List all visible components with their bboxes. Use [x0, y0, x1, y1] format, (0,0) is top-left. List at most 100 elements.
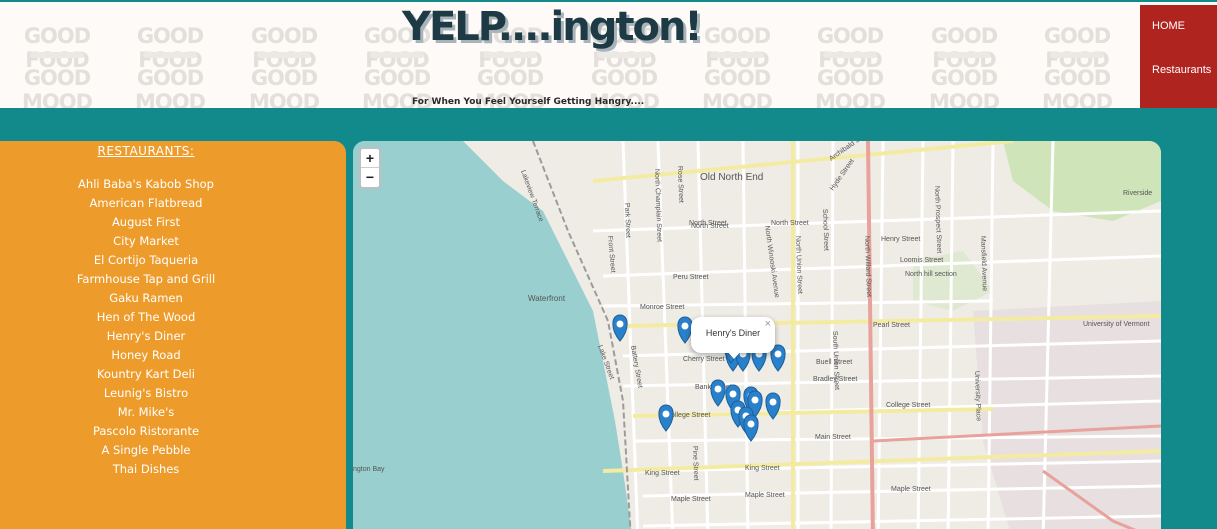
- restaurant-link[interactable]: Hen of The Wood: [0, 308, 292, 327]
- restaurant-sidebar: RESTAURANTS: Ahli Baba's Kabob Shop Ameri…: [0, 141, 346, 529]
- label-pine-street: Pine Street: [691, 446, 699, 481]
- restaurant-list: Ahli Baba's Kabob Shop American Flatbread…: [0, 175, 292, 479]
- pattern-text-good-mood: GOOD MOOD: [21, 66, 93, 108]
- map-marker-icon[interactable]: [677, 316, 693, 344]
- map-marker-icon[interactable]: [710, 379, 726, 407]
- label-college-street: College Street: [886, 402, 930, 409]
- label-peru-street: Peru Street: [673, 274, 708, 281]
- marker-popup: × Henry's Diner: [691, 317, 775, 359]
- restaurant-link[interactable]: Leunig's Bistro: [0, 384, 292, 403]
- label-north-prospect-street: North Prospect Street: [933, 186, 942, 254]
- fork-knife-icon: [597, 52, 651, 58]
- restaurant-link[interactable]: A Single Pebble: [0, 441, 292, 460]
- map-marker-icon[interactable]: [658, 404, 674, 432]
- pattern-text-good-food: GOOD FOOD: [23, 24, 91, 72]
- restaurant-link[interactable]: Ahli Baba's Kabob Shop: [0, 175, 292, 194]
- header-pattern-tile: GOOD FOOD GOOD MOOD: [227, 2, 341, 108]
- restaurant-link[interactable]: Thai Dishes: [0, 460, 292, 479]
- restaurant-link[interactable]: Pascolo Ristorante: [0, 422, 292, 441]
- header-pattern-tile: GOOD FOOD GOOD MOOD: [0, 2, 114, 108]
- label-loomis-street: Loomis Street: [900, 257, 943, 264]
- label-rose-street: Rose Street: [676, 166, 684, 203]
- fork-knife-icon: [30, 52, 84, 58]
- pattern-text-good-mood: GOOD MOOD: [1041, 66, 1113, 108]
- map-marker-icon[interactable]: [612, 314, 628, 342]
- label-school-street: School Street: [821, 209, 829, 251]
- sidebar-title: RESTAURANTS:: [97, 144, 195, 158]
- pattern-text-good-mood: GOOD MOOD: [701, 66, 773, 108]
- label-university-place: University Place: [973, 371, 982, 422]
- pattern-text-good-mood: GOOD MOOD: [134, 66, 206, 108]
- restaurant-link[interactable]: August First: [0, 213, 292, 232]
- map-marker-dot: [714, 385, 722, 393]
- site-header: GOOD FOOD GOOD MOOD GOOD FOOD GOOD MOOD GOOD…: [0, 0, 1217, 108]
- label-henry-street: Henry Street: [881, 236, 920, 243]
- restaurant-link[interactable]: Honey Road: [0, 346, 292, 365]
- highway: [866, 141, 875, 529]
- pattern-text-good-food: GOOD FOOD: [250, 24, 318, 72]
- label-maple-street: Maple Street: [891, 486, 931, 493]
- map-marker-dot: [751, 396, 759, 404]
- label-main-street: Main Street: [815, 434, 851, 441]
- label-north-winooski-avenue: North Winooski Avenue: [763, 225, 780, 298]
- site-title: YELP....ington!: [402, 4, 703, 50]
- map-marker-dot: [774, 350, 782, 358]
- fork-knife-icon: [823, 52, 877, 58]
- map-view[interactable]: Old North End Waterfront North hill sect…: [353, 141, 1161, 529]
- nav-restaurants-link[interactable]: Restaurants: [1152, 64, 1211, 76]
- nav-bar: HOME Restaurants: [1140, 5, 1217, 108]
- map-marker-dot: [616, 320, 624, 328]
- label-old-north-end: Old North End: [700, 172, 763, 183]
- fork-knife-icon: [1050, 52, 1104, 58]
- label-riverside: Riverside: [1123, 190, 1152, 197]
- fork-knife-icon: [143, 52, 197, 58]
- popup-text: Henry's Diner: [705, 328, 761, 338]
- restaurant-link[interactable]: Farmhouse Tap and Grill: [0, 270, 292, 289]
- park-area: [1003, 141, 1161, 221]
- map-marker-dot: [662, 410, 670, 418]
- label-bay: ngton Bay: [353, 466, 385, 473]
- label-north-champlain-street: North Champlain Street: [653, 169, 663, 242]
- label-north-street: North Street: [771, 220, 809, 227]
- pattern-text-good-food: GOOD FOOD: [136, 24, 204, 72]
- restaurant-link[interactable]: Gaku Ramen: [0, 289, 292, 308]
- header-pattern-tile: GOOD FOOD GOOD MOOD: [113, 2, 227, 108]
- header-pattern-tile: GOOD FOOD GOOD MOOD: [1020, 2, 1134, 108]
- pattern-text-good-mood: GOOD MOOD: [814, 66, 886, 108]
- lake-water: [353, 141, 632, 529]
- restaurant-link[interactable]: Kountry Kart Deli: [0, 365, 292, 384]
- pattern-text-good-food: GOOD FOOD: [1043, 24, 1111, 72]
- restaurant-link[interactable]: El Cortijo Taqueria: [0, 251, 292, 270]
- campus-area: [973, 301, 1161, 529]
- pattern-text-good-food: GOOD FOOD: [930, 24, 998, 72]
- fork-knife-icon: [937, 52, 991, 58]
- label-king-street: King Street: [745, 465, 780, 472]
- label-front-street: Front Street: [606, 236, 616, 273]
- restaurant-link[interactable]: American Flatbread: [0, 194, 292, 213]
- map-marker-dot: [769, 398, 777, 406]
- fork-knife-icon: [710, 52, 764, 58]
- label-king-street: King Street: [645, 470, 680, 477]
- map-marker-dot: [681, 322, 689, 330]
- map-marker-dot: [729, 390, 737, 398]
- label-cherry-street: Cherry Street: [683, 356, 725, 363]
- nav-home-link[interactable]: HOME: [1152, 20, 1185, 32]
- restaurant-link[interactable]: Henry's Diner: [0, 327, 292, 346]
- zoom-in-button[interactable]: +: [361, 149, 379, 168]
- header-pattern-tile: GOOD FOOD GOOD MOOD: [907, 2, 1021, 108]
- zoom-out-button[interactable]: −: [361, 168, 379, 187]
- header-pattern-tile: GOOD FOOD GOOD MOOD: [793, 2, 907, 108]
- label-uvm: University of Vermont: [1083, 321, 1150, 328]
- label-monroe-street: Monroe Street: [640, 304, 684, 311]
- pattern-text-good-mood: GOOD MOOD: [248, 66, 320, 108]
- label-north-union-street: North Union Street: [794, 236, 803, 294]
- fork-knife-icon: [257, 52, 311, 58]
- restaurant-link[interactable]: Mr. Mike's: [0, 403, 292, 422]
- label-north-willard-street: North Willard Street: [863, 236, 872, 297]
- popup-tip: [727, 351, 741, 359]
- label-maple-street: Maple Street: [671, 496, 711, 503]
- site-tagline: For When You Feel Yourself Getting Hangr…: [412, 97, 645, 107]
- label-maple-street: Maple Street: [745, 492, 785, 499]
- fork-knife-icon: [483, 52, 537, 58]
- restaurant-link[interactable]: City Market: [0, 232, 292, 251]
